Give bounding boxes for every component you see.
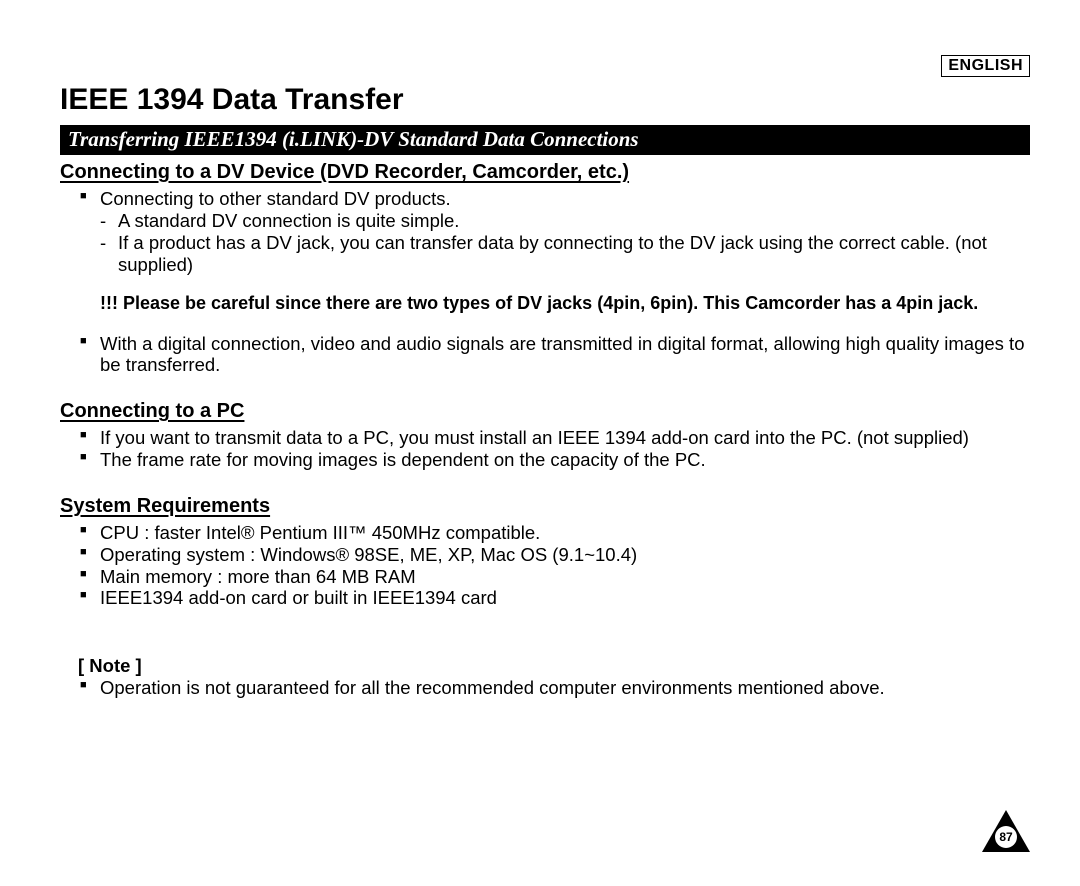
list-item: If a product has a DV jack, you can tran… xyxy=(100,232,1030,276)
section3-list: CPU : faster Intel® Pentium III™ 450MHz … xyxy=(80,522,1030,609)
list-item: IEEE1394 add-on card or built in IEEE139… xyxy=(80,587,1030,609)
list-item: Operation is not guaranteed for all the … xyxy=(80,677,1030,699)
page-number: 87 xyxy=(995,826,1017,848)
note-label: [ Note ] xyxy=(78,655,1030,677)
section-heading-pc: Connecting to a PC xyxy=(60,400,1030,423)
page-number-badge: 87 xyxy=(982,810,1030,852)
section2-list: If you want to transmit data to a PC, yo… xyxy=(80,427,1030,471)
list-item: Connecting to other standard DV products… xyxy=(80,188,1030,275)
section-heading-dv-device: Connecting to a DV Device (DVD Recorder,… xyxy=(60,161,1030,184)
list-item: Operating system : Windows® 98SE, ME, XP… xyxy=(80,544,1030,566)
dash-list: A standard DV connection is quite simple… xyxy=(100,210,1030,275)
section1-list-2: With a digital connection, video and aud… xyxy=(80,333,1030,377)
list-item: Main memory : more than 64 MB RAM xyxy=(80,566,1030,588)
note-list: Operation is not guaranteed for all the … xyxy=(80,677,1030,699)
list-item: The frame rate for moving images is depe… xyxy=(80,449,1030,471)
section1-list: Connecting to other standard DV products… xyxy=(80,188,1030,275)
language-label: ENGLISH xyxy=(941,55,1030,77)
list-item: CPU : faster Intel® Pentium III™ 450MHz … xyxy=(80,522,1030,544)
page-title: IEEE 1394 Data Transfer xyxy=(60,83,1030,117)
list-item: If you want to transmit data to a PC, yo… xyxy=(80,427,1030,449)
list-item: With a digital connection, video and aud… xyxy=(80,333,1030,377)
manual-page: ENGLISH IEEE 1394 Data Transfer Transfer… xyxy=(0,0,1080,886)
list-text: Connecting to other standard DV products… xyxy=(100,188,451,209)
subtitle-bar: Transferring IEEE1394 (i.LINK)-DV Standa… xyxy=(60,125,1030,155)
list-item: A standard DV connection is quite simple… xyxy=(100,210,1030,232)
warning-text: !!! Please be careful since there are tw… xyxy=(100,293,1030,314)
section-heading-sysreq: System Requirements xyxy=(60,495,1030,518)
